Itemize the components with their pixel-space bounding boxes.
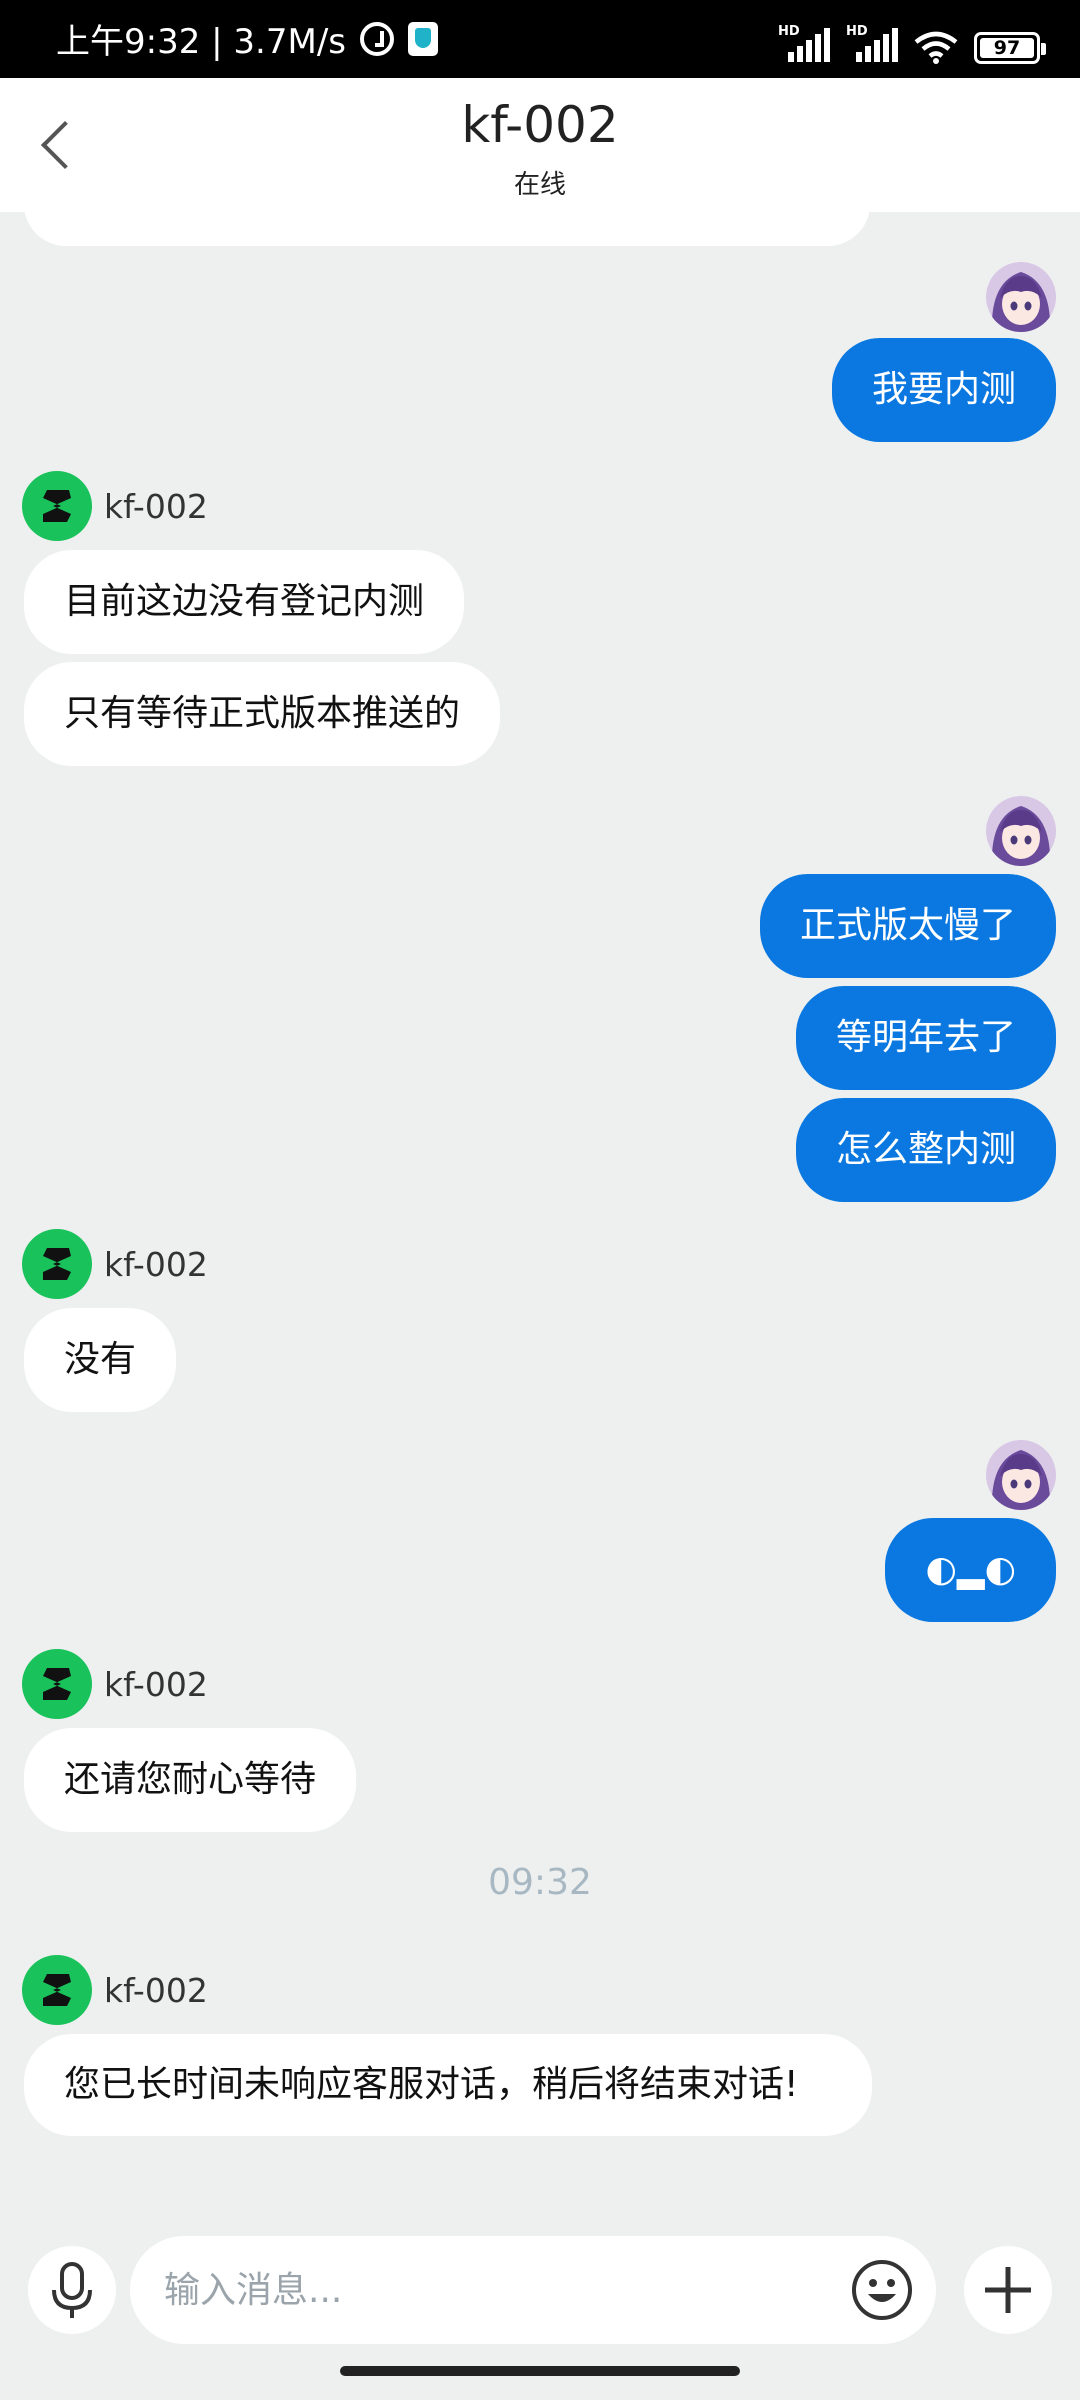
message-bubble-incoming[interactable]: 没有 bbox=[24, 1308, 177, 1412]
message-bubble-outgoing[interactable]: ◐▂◐ bbox=[885, 1518, 1056, 1622]
status-right: HD HD 97 bbox=[778, 24, 1046, 64]
status-left: 上午9:32 | 3.7M/s bbox=[56, 14, 438, 63]
agent-name: kf-002 bbox=[104, 486, 208, 526]
agent-name: kf-002 bbox=[104, 1664, 208, 1704]
message-bubble-incoming[interactable]: 目前这边没有登记内测 bbox=[24, 550, 465, 654]
home-indicator[interactable] bbox=[340, 2366, 740, 2376]
user-avatar[interactable] bbox=[986, 1440, 1056, 1510]
voice-button[interactable] bbox=[28, 2246, 116, 2334]
wifi-icon bbox=[914, 30, 958, 64]
hd-label: HD bbox=[778, 24, 800, 39]
signal-icon: HD bbox=[846, 24, 898, 64]
message-bubble-outgoing[interactable]: 等明年去了 bbox=[795, 986, 1056, 1090]
message-input-container[interactable] bbox=[130, 2236, 936, 2344]
input-bar bbox=[0, 2230, 1080, 2354]
battery-level: 97 bbox=[993, 37, 1021, 59]
emoji-button[interactable] bbox=[850, 2258, 914, 2322]
message-list[interactable]: 我要内测 kf-002 目前这边没有登记内测 只有等待正式版本推送的 正式版太慢… bbox=[0, 212, 1080, 2230]
microphone-icon bbox=[52, 2262, 92, 2318]
message-bubble-partial bbox=[24, 212, 870, 246]
agent-name: kf-002 bbox=[104, 1244, 208, 1284]
status-time-speed: 上午9:32 | 3.7M/s bbox=[56, 22, 346, 62]
message-timestamp: 09:32 bbox=[488, 1862, 592, 1903]
message-input[interactable] bbox=[164, 2262, 804, 2318]
agent-logo-icon[interactable] bbox=[22, 1649, 92, 1719]
emoji-icon bbox=[852, 2260, 912, 2320]
online-status: 在线 bbox=[513, 170, 566, 200]
message-bubble-incoming[interactable]: 只有等待正式版本推送的 bbox=[24, 662, 501, 766]
message-bubble-incoming[interactable]: 您已长时间未响应客服对话，稍后将结束对话! bbox=[24, 2034, 872, 2136]
agent-header: kf-002 bbox=[22, 1228, 208, 1300]
chat-header: kf-002 在线 bbox=[0, 78, 1080, 212]
battery-icon: 97 bbox=[974, 32, 1046, 64]
chat-title: kf-002 bbox=[461, 96, 619, 154]
message-bubble-incoming[interactable]: 还请您耐心等待 bbox=[24, 1728, 357, 1832]
signal-icon: HD bbox=[778, 24, 830, 64]
user-avatar[interactable] bbox=[986, 796, 1056, 866]
agent-logo-icon[interactable] bbox=[22, 1955, 92, 2025]
hd-label: HD bbox=[846, 24, 868, 39]
shield-icon bbox=[408, 21, 438, 56]
agent-logo-icon[interactable] bbox=[22, 1229, 92, 1299]
agent-name: kf-002 bbox=[104, 1970, 208, 2010]
agent-header: kf-002 bbox=[22, 470, 208, 542]
add-button[interactable] bbox=[964, 2246, 1052, 2334]
agent-header: kf-002 bbox=[22, 1954, 208, 2026]
status-bar: 上午9:32 | 3.7M/s HD HD 97 bbox=[0, 0, 1080, 78]
message-bubble-outgoing[interactable]: 怎么整内测 bbox=[795, 1098, 1056, 1202]
alarm-icon bbox=[360, 21, 394, 56]
message-bubble-outgoing[interactable]: 正式版太慢了 bbox=[759, 874, 1056, 978]
agent-header: kf-002 bbox=[22, 1648, 208, 1720]
agent-logo-icon[interactable] bbox=[22, 471, 92, 541]
user-avatar[interactable] bbox=[986, 262, 1056, 332]
message-bubble-outgoing[interactable]: 我要内测 bbox=[831, 338, 1056, 442]
